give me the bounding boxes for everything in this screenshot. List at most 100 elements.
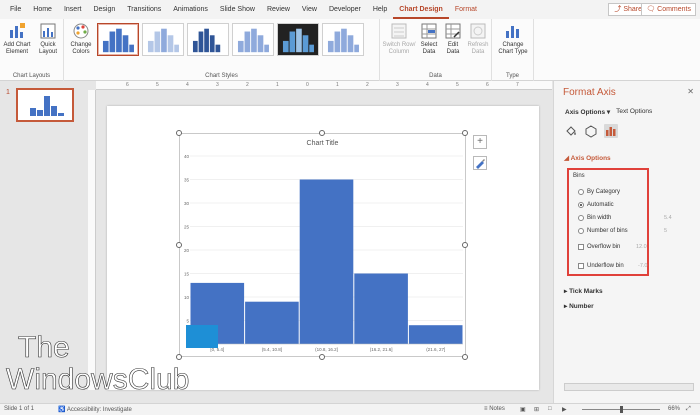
chart-style-3[interactable] xyxy=(187,23,229,56)
radio-automatic[interactable] xyxy=(578,202,584,208)
tab-view[interactable]: View xyxy=(296,0,323,19)
ruler-tick-label: 3 xyxy=(396,82,399,88)
tab-axis-options[interactable]: Axis Options ▾ xyxy=(565,108,610,116)
ruler-tick-label: 5 xyxy=(456,82,459,88)
chart-styles-button[interactable] xyxy=(473,156,487,170)
chart-object[interactable]: Chart Title 0510152025303540[0, 5.4](5.4… xyxy=(179,133,466,357)
change-colors-button[interactable]: Change Colors xyxy=(67,22,95,56)
format-axis-pane: Format Axis ✕ Axis Options ▾ Text Option… xyxy=(553,81,700,403)
tab-transitions[interactable]: Transitions xyxy=(121,0,167,19)
refresh-data-icon xyxy=(470,23,486,39)
comments-button[interactable]: 🗨 Comments xyxy=(641,3,696,16)
reading-view-icon[interactable]: □ xyxy=(548,406,552,412)
fit-slide-icon[interactable]: ⤢ xyxy=(686,406,691,413)
tab-review[interactable]: Review xyxy=(261,0,296,19)
tab-insert[interactable]: Insert xyxy=(58,0,88,19)
tab-design[interactable]: Design xyxy=(87,0,121,19)
axis-options-icon[interactable] xyxy=(604,124,618,138)
ruler-tick-label: 6 xyxy=(486,82,489,88)
chart-style-1[interactable] xyxy=(97,23,139,56)
overflow-bin-field[interactable]: 12.0 xyxy=(636,244,647,250)
option-number-of-bins[interactable]: Number of bins xyxy=(578,228,628,234)
edit-data-icon xyxy=(445,23,461,39)
resize-handle-top-left[interactable] xyxy=(176,130,182,136)
chart-style-2[interactable] xyxy=(142,23,184,56)
change-chart-type-button[interactable]: Change Chart Type xyxy=(495,22,531,56)
y-tick-label: 40 xyxy=(184,154,190,159)
horizontal-ruler: 6 5 4 3 2 1 0 1 2 3 4 5 6 7 xyxy=(96,81,552,90)
tab-file[interactable]: File xyxy=(4,0,27,19)
zoom-level[interactable]: 66% xyxy=(668,406,680,412)
tab-animations[interactable]: Animations xyxy=(167,0,214,19)
refresh-data-button[interactable]: Refresh Data xyxy=(466,22,490,56)
resize-handle-right[interactable] xyxy=(462,242,468,248)
slide-thumbnail-1[interactable] xyxy=(16,88,74,122)
effects-icon[interactable] xyxy=(584,124,598,138)
section-axis-options[interactable]: ◢ Axis Options xyxy=(564,154,611,162)
tab-developer[interactable]: Developer xyxy=(323,0,367,19)
y-tick-label: 5 xyxy=(186,319,189,324)
fill-line-icon[interactable] xyxy=(564,124,578,138)
chart-style-5[interactable] xyxy=(277,23,319,56)
ruler-tick-label: 6 xyxy=(126,82,129,88)
ruler-tick-label: 4 xyxy=(426,82,429,88)
ruler-tick-label: 2 xyxy=(366,82,369,88)
section-number[interactable]: ▸ Number xyxy=(564,302,594,310)
normal-view-icon[interactable]: ▣ xyxy=(520,406,526,413)
slide-sorter-icon[interactable]: ⊞ xyxy=(534,406,539,413)
option-bin-width[interactable]: Bin width xyxy=(578,215,611,221)
edit-data-button[interactable]: Edit Data xyxy=(442,22,464,56)
thewindowsclub-logo: The WindowsClub xyxy=(4,322,226,396)
tab-help[interactable]: Help xyxy=(367,0,393,19)
tab-slide-show[interactable]: Slide Show xyxy=(214,0,261,19)
option-underflow-bin[interactable]: Underflow bin xyxy=(578,263,624,269)
zoom-slider-thumb[interactable] xyxy=(620,406,623,413)
watermark-line1: The xyxy=(18,331,70,364)
option-by-category[interactable]: By Category xyxy=(578,189,620,195)
y-tick-label: 10 xyxy=(184,295,190,300)
select-data-button[interactable]: Select Data xyxy=(418,22,440,56)
accessibility-status[interactable]: ♿ Accessibility: Investigate xyxy=(58,406,132,413)
option-overflow-bin[interactable]: Overflow bin xyxy=(578,244,620,250)
option-automatic[interactable]: Automatic xyxy=(578,202,614,208)
number-of-bins-field[interactable]: 5 xyxy=(664,228,667,234)
bin-width-field[interactable]: 5.4 xyxy=(664,215,672,221)
switch-row-column-button[interactable]: Switch Row/ Column xyxy=(382,22,416,56)
palette-icon xyxy=(73,23,89,39)
checkbox-underflow-bin[interactable] xyxy=(578,263,584,269)
chart-style-4[interactable] xyxy=(232,23,274,56)
plus-icon: + xyxy=(477,136,483,147)
change-chart-type-icon xyxy=(506,26,519,38)
watermark-line2: WindowsClub xyxy=(6,363,189,395)
share-icon: ⤴ xyxy=(614,6,622,13)
tab-home[interactable]: Home xyxy=(27,0,58,19)
chart-elements-button[interactable]: + xyxy=(473,135,487,149)
tab-text-options[interactable]: Text Options xyxy=(616,108,652,116)
quick-layout-button[interactable]: Quick Layout xyxy=(33,22,63,56)
resize-handle-bottom-right[interactable] xyxy=(462,354,468,360)
horizontal-scrollbar[interactable] xyxy=(564,383,694,391)
radio-by-category[interactable] xyxy=(578,189,584,195)
tab-format[interactable]: Format xyxy=(449,0,483,19)
radio-bin-width[interactable] xyxy=(578,215,584,221)
comment-icon: 🗨 xyxy=(646,6,656,13)
tab-chart-design[interactable]: Chart Design xyxy=(393,0,449,19)
slideshow-icon[interactable]: ▶ xyxy=(562,406,567,413)
resize-handle-top[interactable] xyxy=(319,130,325,136)
resize-handle-left[interactable] xyxy=(176,242,182,248)
resize-handle-top-right[interactable] xyxy=(462,130,468,136)
checkbox-overflow-bin[interactable] xyxy=(578,244,584,250)
radio-number-of-bins[interactable] xyxy=(578,228,584,234)
accessibility-icon: ♿ xyxy=(58,407,66,413)
section-tick-marks[interactable]: ▸ Tick Marks xyxy=(564,287,603,295)
chart-style-6[interactable] xyxy=(322,23,364,56)
notes-button[interactable]: ≡ Notes xyxy=(484,406,505,412)
group-chart-styles: Change Colors Chart Styles xyxy=(64,19,380,81)
chart-style-6-preview xyxy=(327,28,359,53)
underflow-bin-field[interactable]: -7.0 xyxy=(638,263,647,269)
y-tick-label: 35 xyxy=(184,178,190,183)
close-icon[interactable]: ✕ xyxy=(687,87,694,96)
histogram-bar xyxy=(354,273,408,344)
resize-handle-bottom[interactable] xyxy=(319,354,325,360)
add-chart-element-button[interactable]: Add Chart Element xyxy=(2,22,32,56)
